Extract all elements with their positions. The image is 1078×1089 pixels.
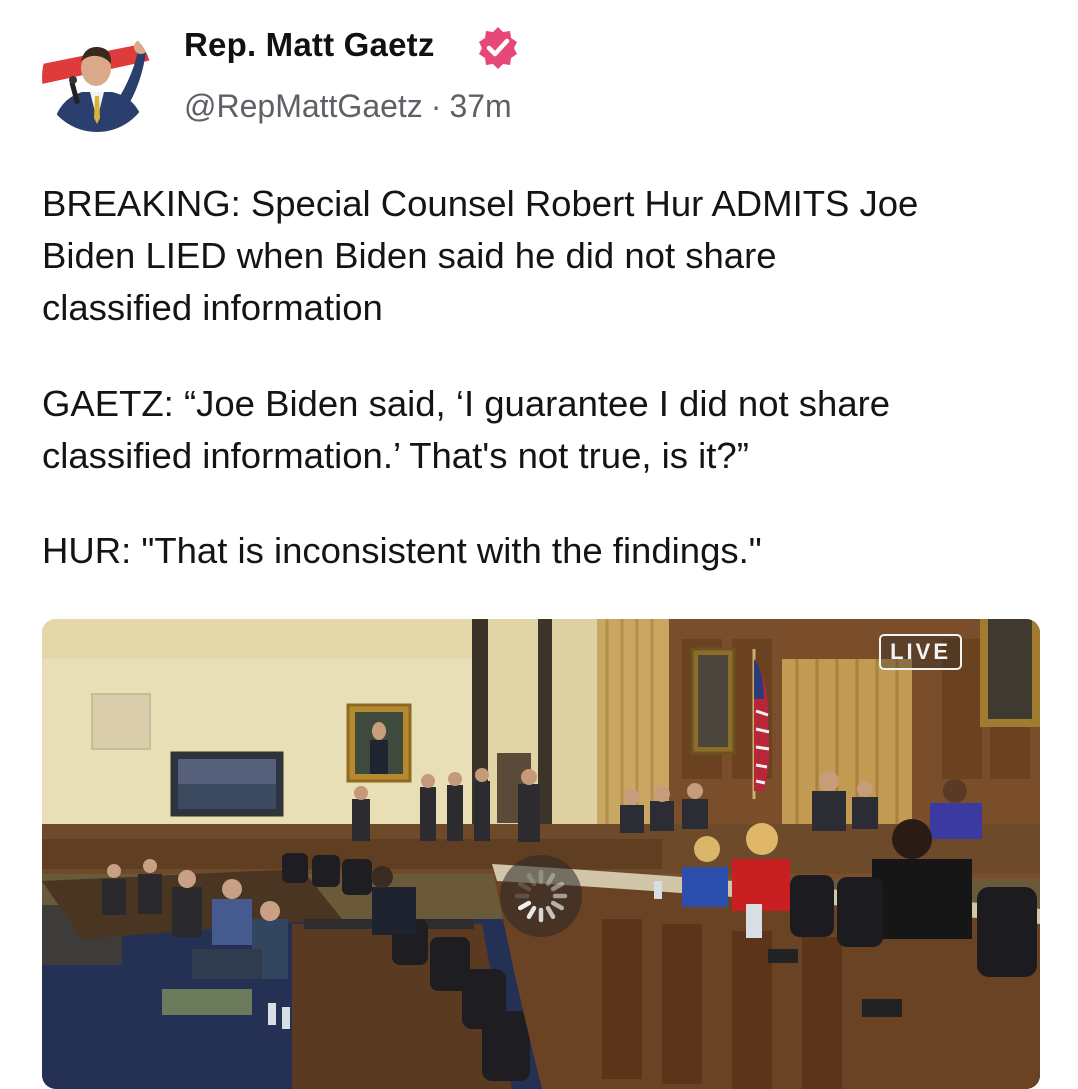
video-player[interactable]: LIVE (42, 619, 1040, 1089)
post-timestamp[interactable]: 37m (449, 88, 511, 124)
live-badge: LIVE (879, 634, 962, 670)
post-paragraph-breaking: BREAKING: Special Counsel Robert Hur ADM… (42, 183, 919, 328)
author-handle[interactable]: @RepMattGaetz (184, 88, 423, 124)
hearing-room-video-frame (42, 619, 1040, 1089)
loading-spinner-icon (500, 855, 582, 937)
author-meta: @RepMattGaetz · 37m (184, 88, 512, 125)
profile-photo-icon (42, 22, 152, 132)
author-display-name[interactable]: Rep. Matt Gaetz (184, 26, 435, 64)
meta-separator: · (430, 88, 442, 124)
post-card: Rep. Matt Gaetz @RepMattGaetz · 37m BREAKI… (0, 0, 1078, 1089)
post-paragraph-hur-quote: HUR: "That is inconsistent with the find… (42, 530, 762, 571)
post-paragraph-gaetz-quote: GAETZ: “Joe Biden said, ‘I guarantee I d… (42, 383, 891, 476)
verified-badge-icon (474, 24, 522, 72)
author-avatar[interactable] (42, 22, 152, 132)
